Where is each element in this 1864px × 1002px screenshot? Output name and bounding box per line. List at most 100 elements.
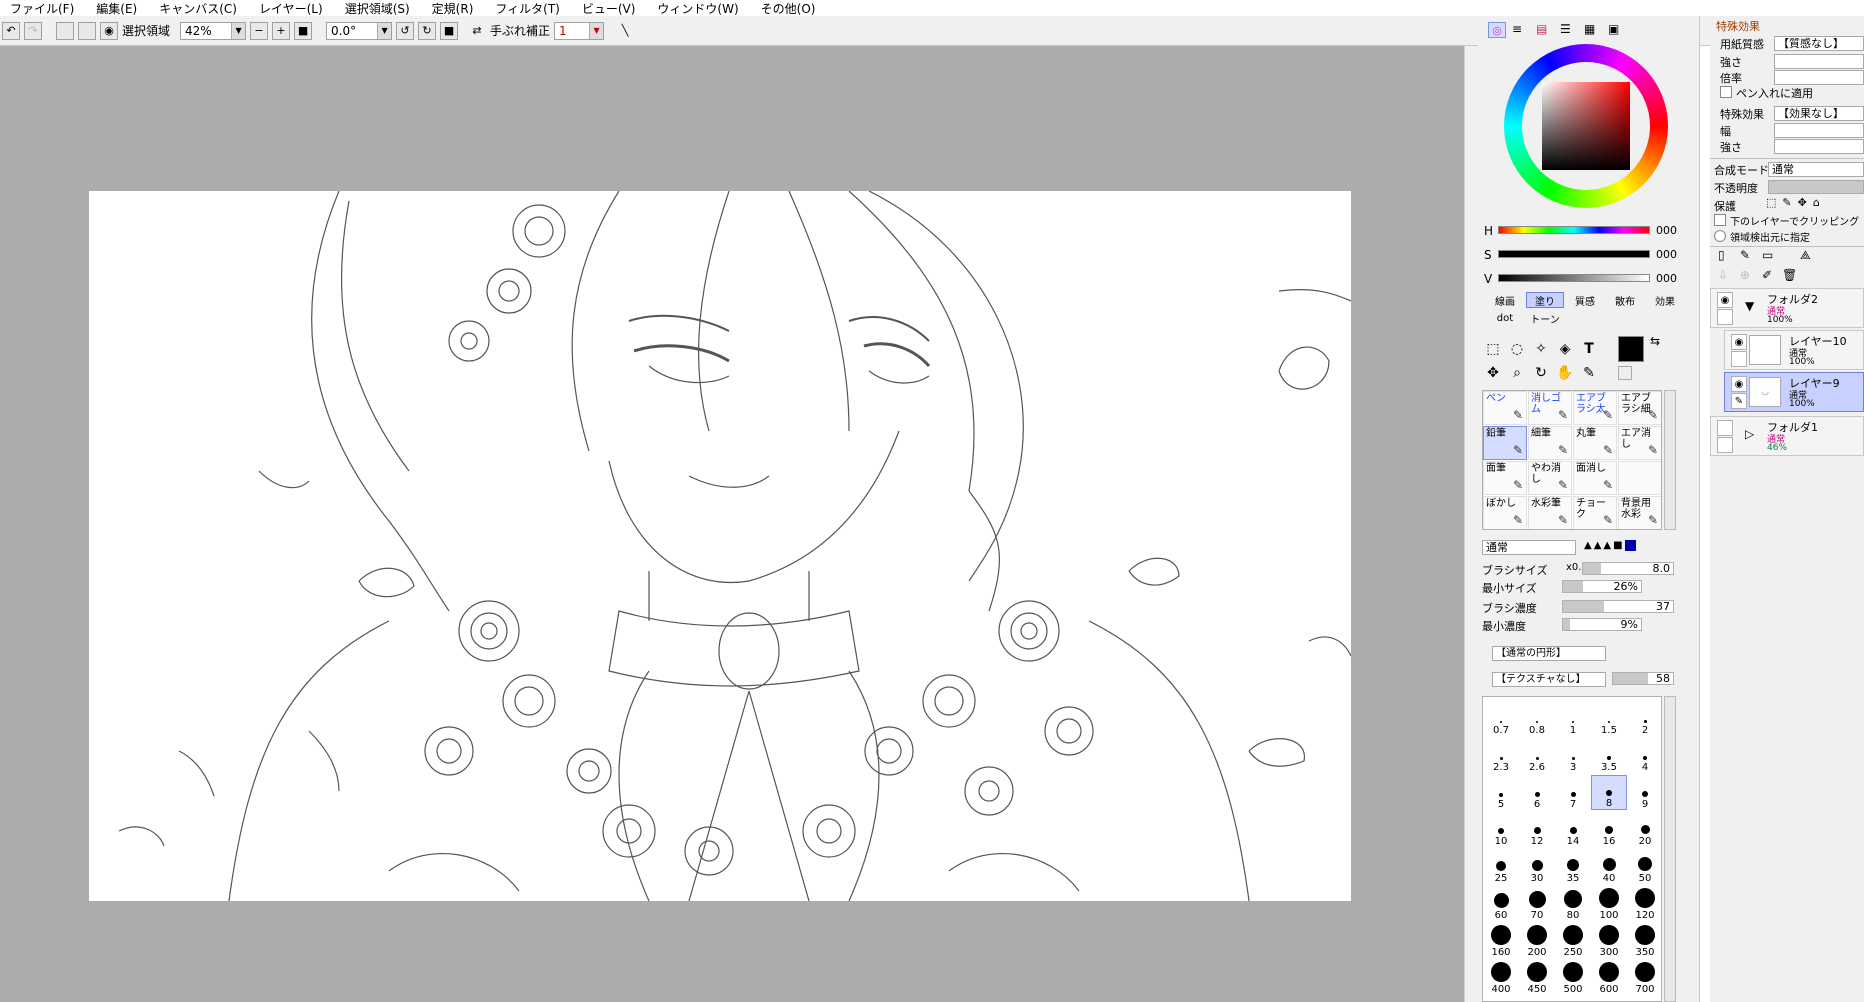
rotation-select[interactable]: 0.0° ▼ <box>326 21 393 40</box>
brush-size-preset[interactable]: 25 <box>1483 849 1519 884</box>
brush-cell[interactable]: チョーク ✎ <box>1573 496 1617 529</box>
brush-texture-slider[interactable]: 58 <box>1612 672 1674 685</box>
h-slider[interactable] <box>1498 226 1650 234</box>
brush-cell[interactable]: エア消し ✎ <box>1618 426 1661 460</box>
brush-cell[interactable]: 細筆 ✎ <box>1528 426 1572 460</box>
brush-size-preset[interactable]: 3.5 <box>1591 738 1627 773</box>
brush-size-preset[interactable]: 8 <box>1591 775 1627 810</box>
brush-size-preset[interactable]: 9 <box>1627 775 1661 810</box>
source-checkbox[interactable] <box>1714 230 1726 242</box>
rotate-tool-icon[interactable]: ↻ <box>1530 362 1552 384</box>
rgb-slider-mode-icon[interactable]: ≡ <box>1512 22 1522 36</box>
brush-size-preset[interactable]: 40 <box>1591 849 1627 884</box>
layer-opacity-slider[interactable] <box>1768 180 1864 194</box>
effect-width-slider[interactable] <box>1774 123 1864 138</box>
eye-icon[interactable]: ◉ <box>1731 334 1747 350</box>
deselect-button[interactable] <box>56 21 74 40</box>
rect-select-icon[interactable]: ⬚ <box>1482 338 1504 360</box>
brush-size-preset[interactable]: 14 <box>1555 812 1591 847</box>
size-grid-scrollbar[interactable] <box>1664 696 1676 1002</box>
brush-size-preset[interactable]: 400 <box>1483 960 1519 995</box>
brush-size-preset[interactable]: 2.3 <box>1483 738 1519 773</box>
eyedropper-icon[interactable]: ✎ <box>1578 362 1600 384</box>
eye-icon[interactable]: ◉ <box>1731 376 1747 392</box>
eye-toggle[interactable] <box>1717 420 1733 436</box>
brush-size-preset[interactable]: 2.6 <box>1519 738 1555 773</box>
zoom-out-button[interactable]: − <box>250 21 269 40</box>
tab-dot[interactable]: dot <box>1486 310 1524 326</box>
brush-grid-scrollbar[interactable] <box>1664 390 1676 530</box>
bucket-icon[interactable]: ◈ <box>1554 338 1576 360</box>
palette-mode-icon[interactable]: ☰ <box>1560 22 1571 36</box>
stabilizer-select[interactable]: 1 ▼ <box>554 21 605 40</box>
eye-icon[interactable]: ◉ <box>100 21 118 40</box>
layer-folder1[interactable]: ▷ フォルダ1 通常 46% <box>1710 416 1864 456</box>
paper-strength-slider[interactable] <box>1774 54 1864 69</box>
menu-canvas[interactable]: キャンバス(C) <box>159 0 237 17</box>
brush-size-preset[interactable]: 35 <box>1555 849 1591 884</box>
select-all-button[interactable] <box>78 21 96 40</box>
brush-size-preset[interactable]: 5 <box>1483 775 1519 810</box>
brush-size-preset[interactable]: 250 <box>1555 923 1591 958</box>
brush-size-preset[interactable]: 7 <box>1555 775 1591 810</box>
protect-icons[interactable]: ⬚✎✥⌂ <box>1766 196 1826 209</box>
brush-size-preset[interactable]: 10 <box>1483 812 1519 847</box>
brush-size-preset[interactable]: 350 <box>1627 923 1661 958</box>
pen-icon[interactable]: ✎ <box>1731 393 1747 409</box>
brush-cell[interactable]: 消しゴム ✎ <box>1528 391 1572 425</box>
swatches-mode-icon[interactable]: ▦ <box>1584 22 1595 36</box>
brush-cell[interactable]: 背景用水彩 ✎ <box>1618 496 1661 529</box>
brush-shape-icons[interactable]: ▲▲▲■■ <box>1584 540 1674 555</box>
tab-paint[interactable]: 塗り <box>1526 292 1564 308</box>
paper-scale-slider[interactable] <box>1774 70 1864 85</box>
brush-cell[interactable]: 丸筆 ✎ <box>1573 426 1617 460</box>
zoom-select[interactable]: 42% ▼ <box>180 21 247 40</box>
brush-cell[interactable]: ぼかし ✎ <box>1483 496 1527 529</box>
brush-size-preset[interactable]: 600 <box>1591 960 1627 995</box>
brush-texture-select[interactable]: 【テクスチャなし】 <box>1492 672 1606 687</box>
rotate-left-icon[interactable]: ↺ <box>396 21 415 40</box>
color-wheel-mode-icon[interactable]: ◎ <box>1488 22 1506 38</box>
folder-closed-icon[interactable]: ▷ <box>1745 427 1754 441</box>
canvas-scrollbar[interactable] <box>1464 46 1478 1002</box>
brush-size-preset[interactable]: 160 <box>1483 923 1519 958</box>
brush-cell[interactable]: 水彩筆 ✎ <box>1528 496 1572 529</box>
layer-9[interactable]: ◉ ✎ ◡ レイヤー9 通常 100% <box>1724 372 1864 412</box>
move-icon[interactable]: ✥ <box>1482 362 1504 384</box>
new-folder-icon[interactable]: ▭ <box>1762 248 1773 262</box>
brush-cell[interactable]: 面筆 ✎ <box>1483 461 1527 495</box>
brush-shape-select[interactable]: 【通常の円形】 <box>1492 646 1606 661</box>
brush-cell[interactable]: やわ消し ✎ <box>1528 461 1572 495</box>
layer-effect-icon[interactable]: ⟁ <box>1800 248 1811 263</box>
layer-10[interactable]: ◉ レイヤー10 通常 100% <box>1724 330 1864 370</box>
brush-size-preset[interactable]: 2 <box>1627 701 1661 736</box>
undo-icon[interactable]: ↶ <box>2 21 20 40</box>
brush-cell[interactable]: 面消し ✎ <box>1573 461 1617 495</box>
tab-effect[interactable]: 効果 <box>1646 292 1684 308</box>
brush-size-preset[interactable]: 30 <box>1519 849 1555 884</box>
effect-strength-slider[interactable] <box>1774 139 1864 154</box>
lock-toggle[interactable] <box>1731 351 1747 367</box>
hand-icon[interactable]: ✋ <box>1554 362 1576 384</box>
menu-window[interactable]: ウィンドウ(W) <box>657 0 738 17</box>
hsv-slider-mode-icon[interactable]: ▤ <box>1536 22 1547 36</box>
special-effect-select[interactable]: 【効果なし】 <box>1774 106 1864 121</box>
canvas-area[interactable] <box>0 46 1478 1002</box>
rotate-reset-button[interactable]: ■ <box>440 21 459 40</box>
scratchpad-mode-icon[interactable]: ▣ <box>1608 22 1619 36</box>
brush-size-preset[interactable]: 16 <box>1591 812 1627 847</box>
layer-folder2[interactable]: ◉ ▼ フォルダ2 通常 100% <box>1710 288 1864 328</box>
zoom-in-button[interactable]: + <box>272 21 291 40</box>
new-layer-icon[interactable]: ▯ <box>1718 248 1725 262</box>
v-slider[interactable] <box>1498 274 1650 282</box>
brush-size-preset[interactable]: 20 <box>1627 812 1661 847</box>
min-size-slider[interactable]: 26% <box>1562 580 1642 593</box>
redo-icon[interactable]: ↷ <box>24 21 42 40</box>
brush-density-slider[interactable]: 37 <box>1562 600 1674 613</box>
merge-down-icon[interactable]: ⊕ <box>1740 268 1750 282</box>
brush-size-preset[interactable]: 1 <box>1555 701 1591 736</box>
text-tool-icon[interactable]: T <box>1578 338 1600 360</box>
layer-blend-select[interactable]: 通常 <box>1768 162 1864 177</box>
brush-size-preset[interactable]: 300 <box>1591 923 1627 958</box>
color-wheel[interactable] <box>1504 44 1668 208</box>
